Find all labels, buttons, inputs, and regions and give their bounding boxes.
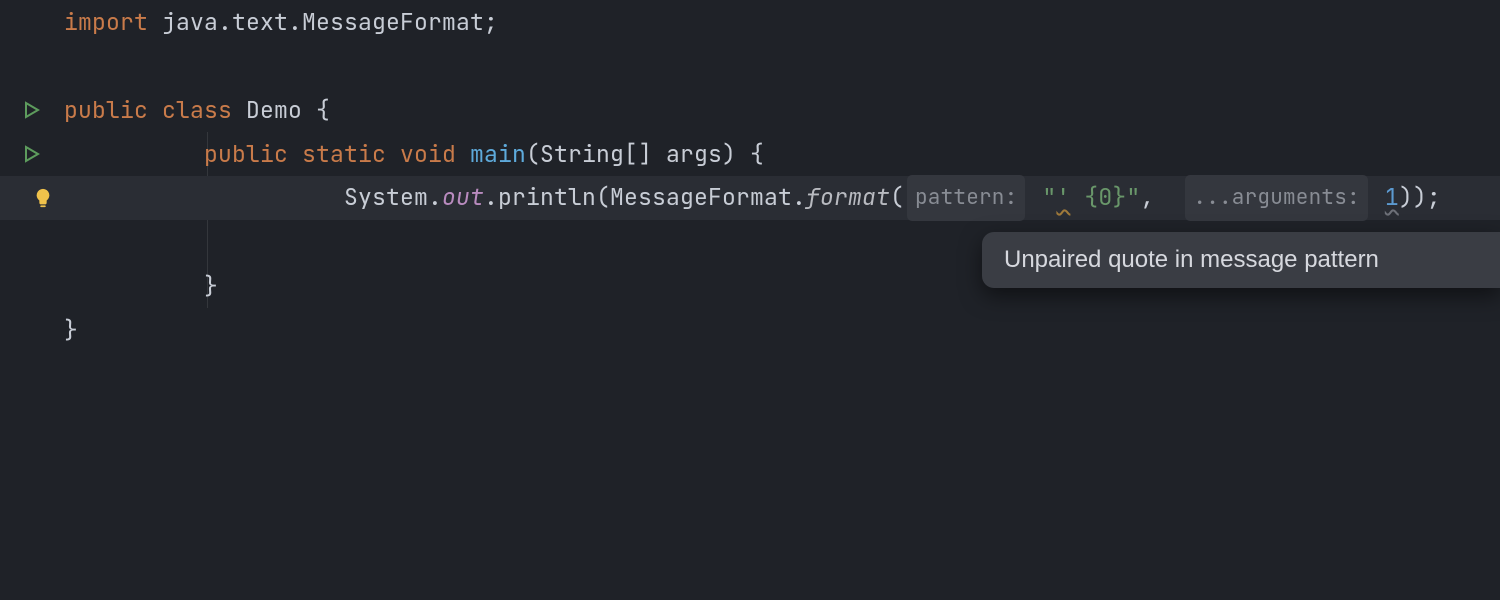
method-println: println (498, 182, 596, 212)
run-icon[interactable] (22, 144, 42, 164)
gutter-bulb[interactable] (0, 187, 64, 209)
code-content[interactable]: System.out.println(MessageFormat.format(… (64, 175, 1500, 221)
field-out: out (442, 182, 484, 212)
code-line[interactable]: } (0, 308, 1500, 352)
string-literal-open: " (1042, 182, 1056, 212)
keyword-static: static (302, 139, 386, 169)
string-literal-rest: {0}" (1070, 182, 1140, 212)
param-hint-pattern: pattern: (907, 175, 1025, 221)
code-content[interactable]: public static void main(String[] args) { (64, 132, 1500, 176)
class-ref-mf: MessageFormat (610, 182, 792, 212)
keyword-class: class (162, 95, 232, 125)
code-content[interactable]: } (64, 308, 1500, 352)
string-literal-quote: ' (1056, 182, 1070, 212)
intention-bulb-icon[interactable] (32, 187, 54, 209)
keyword-public: public (204, 139, 288, 169)
code-line[interactable]: import java.text.MessageFormat; (0, 0, 1500, 44)
code-line[interactable]: public class Demo { (0, 88, 1500, 132)
run-icon[interactable] (22, 100, 42, 120)
class-name: Demo (246, 95, 302, 125)
inspection-tooltip: Unpaired quote in message pattern (982, 232, 1500, 288)
params: (String[] args) { (526, 139, 764, 169)
import-path: java.text.MessageFormat; (148, 7, 498, 37)
method-main: main (470, 139, 526, 169)
method-format: format (806, 182, 890, 212)
brace-close: } (64, 315, 78, 345)
code-content[interactable]: public class Demo { (64, 88, 1500, 132)
number-literal: 1 (1385, 182, 1399, 212)
gutter-run[interactable] (0, 100, 64, 120)
keyword-public: public (64, 95, 148, 125)
keyword-import: import (64, 7, 148, 37)
code-line-current[interactable]: System.out.println(MessageFormat.format(… (0, 176, 1500, 220)
param-hint-arguments: ...arguments: (1185, 175, 1367, 221)
keyword-void: void (400, 139, 456, 169)
gutter-run[interactable] (0, 144, 64, 164)
class-ref-system: System (344, 182, 428, 212)
brace-close: } (204, 271, 218, 301)
code-line[interactable] (0, 44, 1500, 88)
brace: { (302, 95, 330, 125)
code-line[interactable]: public static void main(String[] args) { (0, 132, 1500, 176)
tail: )); (1399, 182, 1441, 212)
code-editor[interactable]: import java.text.MessageFormat; public c… (0, 0, 1500, 600)
code-content[interactable]: import java.text.MessageFormat; (64, 0, 1500, 44)
